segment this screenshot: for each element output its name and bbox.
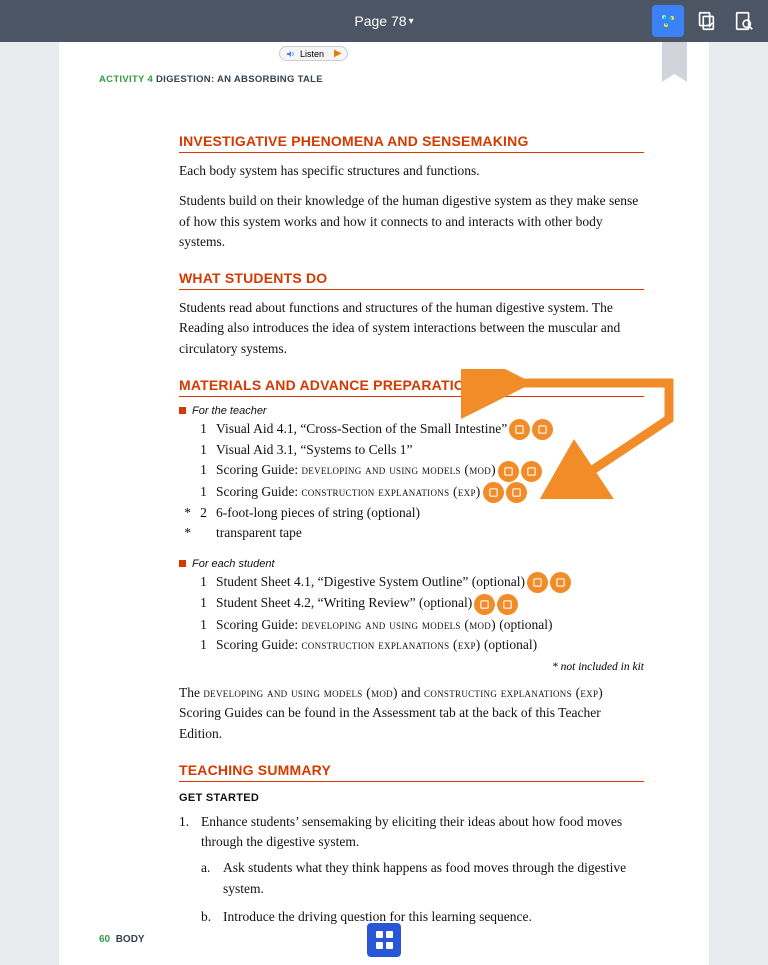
list-item: Introduce the driving question for this … (201, 907, 644, 927)
bullet-square-icon (179, 560, 186, 567)
activity-header: ACTIVITY 4 DIGESTION: AN ABSORBING TALE (59, 42, 709, 85)
section-title-what-students-do: WHAT STUDENTS DO (179, 270, 644, 290)
resource-link-icon[interactable] (527, 572, 548, 593)
materials-student-label: For each student (179, 558, 644, 570)
material-row: 1Scoring Guide: construction explanation… (179, 482, 644, 503)
resource-link-icon[interactable] (498, 461, 519, 482)
body-text: Each body system has specific structures… (179, 161, 644, 181)
listen-button[interactable]: Listen ▶ (279, 46, 348, 61)
speaker-icon (286, 49, 296, 59)
chevron-down-icon: ▾ (409, 16, 414, 27)
listen-label: Listen (300, 49, 324, 59)
get-started-heading: GET STARTED (179, 792, 644, 804)
material-row: 1Student Sheet 4.1, “Digestive System Ou… (179, 572, 644, 593)
resource-link-icon[interactable] (474, 594, 495, 615)
body-text: The developing and using models (mod) an… (179, 683, 644, 744)
activity-title: DIGESTION: AN ABSORBING TALE (156, 74, 323, 85)
section-title-materials: MATERIALS AND ADVANCE PREPARATION (179, 377, 644, 397)
materials-teacher-label: For the teacher (179, 405, 644, 417)
material-row: *transparent tape (179, 523, 644, 543)
material-row: 1Scoring Guide: developing and using mod… (179, 615, 644, 635)
page-footer: 60 BODY (99, 934, 145, 945)
resource-link-icon[interactable] (483, 482, 504, 503)
material-row: 1Scoring Guide: construction explanation… (179, 635, 644, 655)
list-item: Enhance students’ sensemaking by eliciti… (179, 812, 644, 927)
list-item: Ask students what they think happens as … (201, 858, 644, 899)
material-row: 1Visual Aid 4.1, “Cross-Section of the S… (179, 419, 644, 440)
resource-link-icon[interactable] (521, 461, 542, 482)
page-label: Page 78 (354, 13, 406, 29)
letter-list: Ask students what they think happens as … (201, 858, 644, 927)
resource-link-icon[interactable] (497, 594, 518, 615)
page-number: 60 (99, 934, 110, 945)
numbered-list: Enhance students’ sensemaking by eliciti… (179, 812, 644, 927)
resource-link-icon[interactable] (550, 572, 571, 593)
page-indicator[interactable]: Page 78 ▾ (354, 13, 413, 29)
page: Listen ▶ ACTIVITY 4 DIGESTION: AN ABSORB… (59, 42, 709, 965)
bullet-square-icon (179, 407, 186, 414)
activity-number: ACTIVITY 4 (99, 74, 153, 85)
top-bar: Page 78 ▾ (0, 0, 768, 42)
resources-button[interactable] (652, 5, 684, 37)
resource-link-icon[interactable] (532, 419, 553, 440)
material-row: 1Student Sheet 4.2, “Writing Review” (op… (179, 593, 644, 614)
footer-label: BODY (116, 934, 145, 945)
material-row: 1Scoring Guide: developing and using mod… (179, 460, 644, 481)
material-row: *26-foot-long pieces of string (optional… (179, 503, 644, 523)
play-icon[interactable]: ▶ (331, 48, 345, 59)
resource-link-icon[interactable] (506, 482, 527, 503)
copy-button[interactable] (690, 5, 722, 37)
material-row: 1Visual Aid 3.1, “Systems to Cells 1” (179, 440, 644, 460)
kit-note: * not included in kit (179, 661, 644, 673)
body-text: Students build on their knowledge of the… (179, 191, 644, 252)
body-text: Students read about functions and struct… (179, 298, 644, 359)
resource-link-icon[interactable] (509, 419, 530, 440)
section-title-investigative: INVESTIGATIVE PHENOMENA AND SENSEMAKING (179, 133, 644, 153)
grid-menu-button[interactable] (367, 923, 401, 957)
section-title-teaching-summary: TEACHING SUMMARY (179, 762, 644, 782)
search-page-button[interactable] (728, 5, 760, 37)
